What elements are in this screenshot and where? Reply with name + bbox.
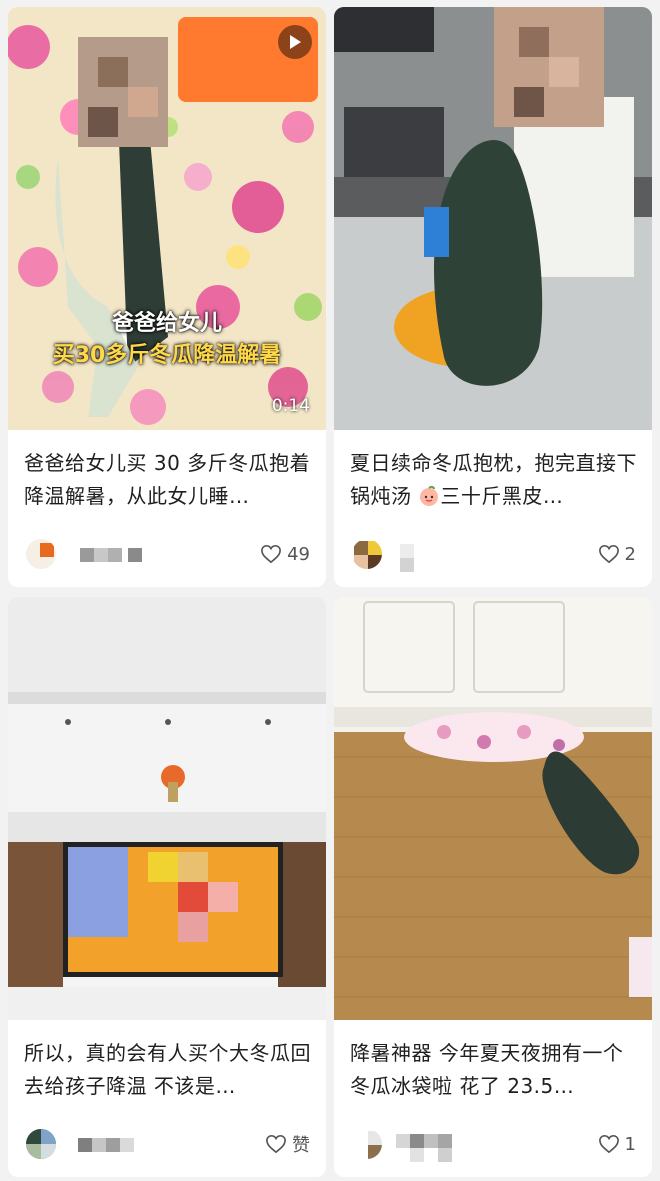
video-caption-line-1: 爸爸给女儿	[111, 311, 222, 336]
like-button[interactable]: 1	[598, 1131, 636, 1157]
like-count: 赞	[292, 1135, 310, 1156]
username-blurred[interactable]	[396, 544, 466, 572]
bed-mat-melon-photo	[334, 597, 652, 1020]
like-count: 2	[624, 543, 636, 565]
username-blurred[interactable]	[396, 1134, 466, 1162]
note-meta: 2	[352, 539, 636, 572]
note-meta: 1	[352, 1129, 636, 1162]
notes-feed-grid: 爸爸给女儿 买30多斤冬瓜降温解暑 0:14 爸爸给女儿买 30 多斤冬瓜抱着降…	[0, 0, 660, 1181]
living-room-tv-photo	[8, 597, 326, 1020]
peach-face-icon	[418, 484, 440, 506]
heart-outline-icon	[598, 544, 620, 564]
note-cover-image[interactable]	[334, 7, 652, 430]
like-button[interactable]: 49	[260, 541, 310, 567]
note-cover-image[interactable]	[8, 597, 326, 1020]
video-caption-line-2: 买30多斤冬瓜降温解暑	[52, 343, 282, 368]
note-card-1[interactable]: 爸爸给女儿 买30多斤冬瓜降温解暑 0:14 爸爸给女儿买 30 多斤冬瓜抱着降…	[8, 7, 326, 587]
note-card-4[interactable]: 降暑神器 今年夏天夜拥有一个冬瓜冰袋啦 花了 23.5… 1	[334, 597, 652, 1177]
note-title[interactable]: 所以，真的会有人买个大冬瓜回去给孩子降温 不该是…	[24, 1037, 312, 1103]
avatar[interactable]	[26, 539, 56, 569]
username-blurred[interactable]	[70, 544, 142, 564]
avatar[interactable]	[352, 539, 382, 569]
note-title[interactable]: 夏日续命冬瓜抱枕，抱完直接下锅炖汤 三十斤黑皮…	[350, 447, 638, 513]
note-meta: 赞	[26, 1129, 310, 1159]
heart-outline-icon	[265, 1134, 287, 1154]
like-count: 1	[624, 1133, 636, 1155]
like-count: 49	[287, 543, 310, 565]
like-button[interactable]: 赞	[265, 1131, 310, 1157]
video-thumbnail[interactable]: 爸爸给女儿 买30多斤冬瓜降温解暑 0:14	[8, 7, 326, 430]
heart-outline-icon	[260, 544, 282, 564]
avatar[interactable]	[26, 1129, 56, 1159]
video-duration: 0:14	[271, 396, 310, 416]
play-icon[interactable]	[278, 25, 312, 59]
note-title-text-2: 三十斤黑皮…	[440, 484, 564, 508]
note-card-3[interactable]: 所以，真的会有人买个大冬瓜回去给孩子降温 不该是… 赞	[8, 597, 326, 1177]
note-title[interactable]: 降暑神器 今年夏天夜拥有一个冬瓜冰袋啦 花了 23.5…	[350, 1037, 638, 1103]
note-title[interactable]: 爸爸给女儿买 30 多斤冬瓜抱着降温解暑，从此女儿睡…	[24, 447, 312, 513]
note-card-2[interactable]: 夏日续命冬瓜抱枕，抱完直接下锅炖汤 三十斤黑皮… 2	[334, 7, 652, 587]
avatar[interactable]	[352, 1129, 382, 1159]
note-cover-image[interactable]	[334, 597, 652, 1020]
note-meta: 49	[26, 539, 310, 569]
like-button[interactable]: 2	[598, 541, 636, 567]
supermarket-melon-photo	[334, 7, 652, 430]
username-blurred[interactable]	[70, 1134, 140, 1154]
heart-outline-icon	[598, 1134, 620, 1154]
